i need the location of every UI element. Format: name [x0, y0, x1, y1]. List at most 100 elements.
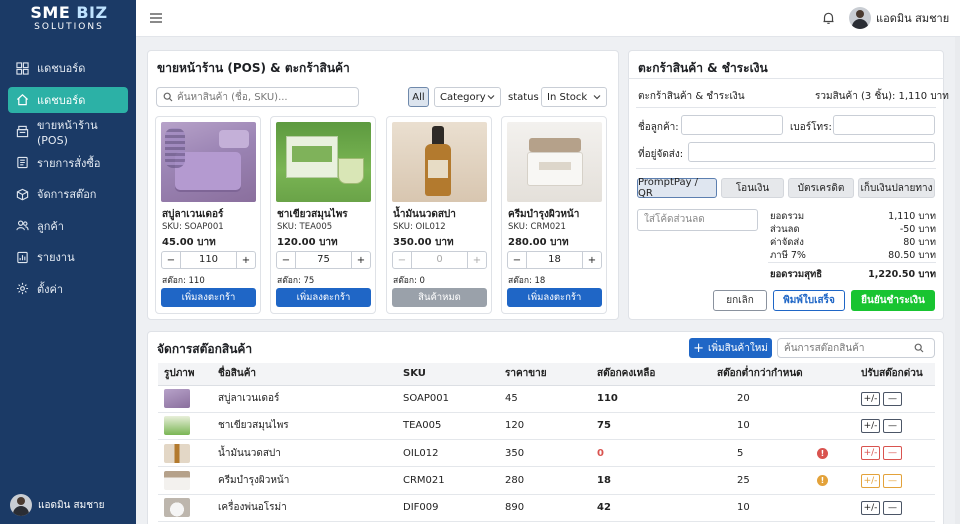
address-label: ที่อยู่จัดส่ง: [638, 149, 684, 160]
topbar-user[interactable]: แอดมิน สมชาย [849, 7, 949, 29]
pay-promptpay-button[interactable]: PromptPay / QR [637, 177, 717, 199]
grand-total-label: ยอดรวมสุทธิ [770, 269, 822, 280]
add-to-cart-button[interactable]: เพิ่มลงตะกร้า [161, 288, 256, 307]
sidebar-item-orders[interactable]: รายการสั่งซื้อ [8, 150, 128, 176]
cancel-button[interactable]: ยกเลิก [713, 290, 767, 311]
product-card-cream: ครีมบำรุงผิวหน้า SKU: CRM021 280.00 บาท … [501, 116, 607, 314]
pay-card-button[interactable]: บัตรเครดิต [788, 178, 854, 198]
sidebar-item-settings[interactable]: ตั้งค่า [8, 276, 128, 302]
sidebar-item-label: จัดการสต๊อก [37, 188, 97, 201]
increment-button[interactable]: + [352, 255, 370, 266]
pay-transfer-button[interactable]: โอนเงิน [721, 178, 784, 198]
reduce-stock-button[interactable]: — [883, 418, 902, 433]
product-image [161, 122, 256, 202]
category-select[interactable]: Category [434, 87, 501, 107]
sidebar-item-reports[interactable]: รายงาน [8, 244, 128, 270]
reduce-stock-button[interactable]: — [883, 500, 902, 515]
cart-total-items: รวมสินค้า (3 ชิ้น): 1,110 บาท [815, 91, 949, 102]
decrement-button[interactable]: − [508, 255, 526, 266]
cart-subtitle: ตะกร้าสินค้า & ชำระเงิน [638, 91, 745, 102]
row-stock: 0 [591, 439, 711, 468]
divider [636, 107, 936, 108]
increment-button[interactable]: + [237, 255, 255, 266]
stock-search-input[interactable]: ค้นการสต๊อกสินค้า [777, 338, 935, 358]
status-select[interactable]: In Stock [541, 87, 607, 107]
decrement-button[interactable]: − [277, 255, 295, 266]
summary-label: ภาษี 7% [770, 250, 806, 261]
product-thumbnail [164, 389, 190, 409]
quantity-stepper[interactable]: − 75 + [276, 251, 371, 269]
quantity-value[interactable]: 75 [295, 252, 352, 268]
out-of-stock-alert-icon: ! [817, 447, 828, 459]
discount-placeholder: ใส่โค้ดส่วนลด [644, 214, 705, 225]
topbar-user-name: แอดมิน สมชาย [876, 12, 950, 25]
grand-total-value: 1,220.50 บาท [868, 269, 936, 280]
sidebar-item-customers[interactable]: ลูกค้า [8, 213, 128, 239]
product-card-tea: ชาเขียวสมุนไพร SKU: TEA005 120.00 บาท − … [270, 116, 376, 314]
logo-text-biz: BIZ [70, 3, 108, 22]
table-row: เครื่องพ่นอโรม่า DIF009 890 42 10 +/- — [158, 494, 935, 522]
adjust-stock-button[interactable]: +/- [861, 418, 880, 433]
address-input[interactable] [688, 142, 935, 162]
summary-value: 80.50 บาท [888, 250, 936, 261]
list-icon [17, 156, 28, 169]
box-icon [16, 188, 29, 200]
sidebar-item-pos[interactable]: ขายหน้าร้าน (POS) [8, 118, 128, 147]
row-name: ชาเขียวสมุนไพร [212, 412, 397, 441]
sidebar-item-label: รายงาน [37, 251, 75, 264]
reduce-stock-button[interactable]: — [883, 446, 902, 461]
adjust-stock-button[interactable]: +/- [861, 391, 880, 406]
add-to-cart-button[interactable]: เพิ่มลงตะกร้า [276, 288, 371, 307]
stock-title: จัดการสต๊อกสินค้า [157, 342, 253, 356]
sidebar-item-stock[interactable]: จัดการสต๊อก [8, 181, 128, 207]
reduce-stock-button[interactable]: — [883, 391, 902, 406]
row-min: 10 [711, 412, 811, 441]
pos-title: ขายหน้าร้าน (POS) & ตะกร้าสินค้า [157, 61, 350, 75]
adjust-stock-button[interactable]: +/- [861, 500, 880, 515]
product-search-input[interactable]: ค้นหาสินค้า (ชื่อ, SKU)... [156, 87, 359, 107]
bell-icon[interactable] [822, 11, 835, 25]
product-name: ครีมบำรุงผิวหน้า [508, 209, 580, 220]
sidebar-item-dashboard-active[interactable]: แดชบอร์ด [8, 86, 128, 113]
stock-search-placeholder: ค้นการสต๊อกสินค้า [784, 342, 865, 354]
discount-code-input[interactable]: ใส่โค้ดส่วนลด [637, 209, 758, 231]
row-sku: OIL012 [397, 439, 499, 468]
product-name: ชาเขียวสมุนไพร [277, 209, 348, 220]
increment-button[interactable]: + [583, 255, 601, 266]
print-receipt-button[interactable]: พิมพ์ใบเสร็จ [773, 290, 845, 311]
customer-name-input[interactable] [681, 115, 783, 135]
pay-cod-button[interactable]: เก็บเงินปลายทาง [858, 178, 935, 198]
adjust-stock-button[interactable]: +/- [861, 473, 880, 488]
sidebar-item-label: รายการสั่งซื้อ [37, 156, 101, 170]
product-name: สบู่ลาเวนเดอร์ [162, 209, 224, 220]
quantity-value[interactable]: 18 [526, 252, 583, 268]
quantity-value[interactable]: 110 [180, 252, 237, 268]
quantity-stepper[interactable]: − 18 + [507, 251, 602, 269]
product-image [276, 122, 371, 202]
filter-all-button[interactable]: All [408, 87, 429, 107]
row-min: 20 [711, 385, 811, 413]
chevron-down-icon [593, 95, 601, 100]
phone-input[interactable] [833, 115, 935, 135]
confirm-payment-button[interactable]: ยืนยันชำระเงิน [851, 290, 935, 311]
add-to-cart-button[interactable]: เพิ่มลงตะกร้า [507, 288, 602, 307]
register-icon [16, 125, 29, 137]
sidebar-user[interactable]: แอดมิน สมชาย [10, 494, 105, 516]
row-min: 10 [711, 494, 811, 522]
row-sku: CRM021 [397, 466, 499, 495]
quantity-stepper[interactable]: − 110 + [161, 251, 256, 269]
plus-icon: + [693, 340, 704, 356]
page-scrollbar[interactable] [955, 37, 960, 524]
status-value: In Stock [547, 91, 588, 103]
row-price: 890 [499, 494, 591, 522]
adjust-stock-button[interactable]: +/- [861, 446, 880, 461]
product-stock: สต๊อก: 75 [277, 276, 315, 286]
menu-icon[interactable] [150, 12, 162, 24]
reduce-stock-button[interactable]: — [883, 473, 902, 488]
decrement-button[interactable]: − [162, 255, 180, 266]
topbar: แอดมิน สมชาย [136, 0, 960, 37]
row-price: 350 [499, 439, 591, 468]
sidebar-item-dashboard[interactable]: แดชบอร์ด [8, 55, 128, 81]
add-product-button[interactable]: + เพิ่มสินค้าใหม่ [689, 338, 772, 358]
row-name: น้ำมันนวดสปา [212, 439, 397, 468]
